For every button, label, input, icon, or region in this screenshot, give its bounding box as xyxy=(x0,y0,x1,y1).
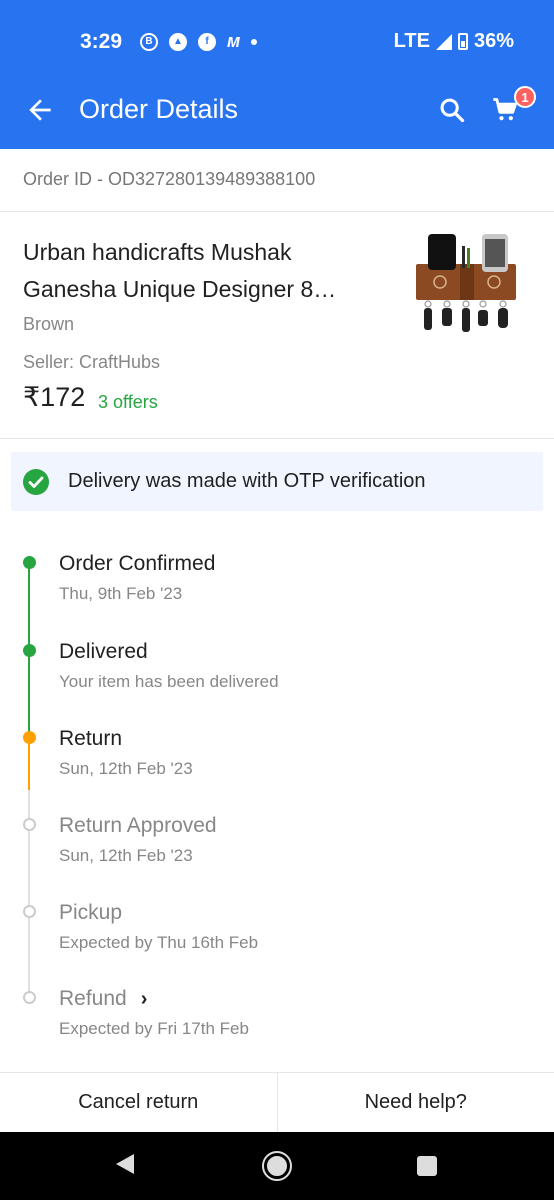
timeline-step-subtitle: Expected by Thu 16th Feb xyxy=(59,933,259,952)
dot-icon xyxy=(251,38,258,45)
timeline-line xyxy=(28,562,30,650)
timeline-dot-pending xyxy=(23,818,36,831)
timeline-dot-pending xyxy=(23,905,36,918)
timeline-dot-done xyxy=(23,556,36,569)
timeline-line xyxy=(28,650,30,737)
cart-count-badge: 1 xyxy=(514,86,536,108)
b-icon: B xyxy=(140,32,158,51)
product-price: ₹172 xyxy=(23,382,86,412)
notification-icons: B ▲ f ᴍ xyxy=(140,31,258,52)
timeline-dot-current xyxy=(23,731,36,744)
product-seller: Seller: CraftHubs xyxy=(23,352,161,372)
order-id: Order ID - OD327280139489388100 xyxy=(23,169,316,189)
timeline-dot-done xyxy=(23,644,36,657)
nav-recents-icon[interactable] xyxy=(417,1156,437,1176)
back-arrow-icon[interactable] xyxy=(24,94,56,126)
otp-banner: Delivery was made with OTP verification xyxy=(11,452,543,511)
timeline-dot-pending xyxy=(23,991,36,1004)
search-icon[interactable] xyxy=(438,96,466,124)
signal-icon xyxy=(435,33,452,50)
need-help-button[interactable]: Need help? xyxy=(276,1073,554,1132)
product-title[interactable]: Urban handicrafts Mushak Ganesha Unique … xyxy=(23,234,383,308)
product-card[interactable]: Urban handicrafts Mushak Ganesha Unique … xyxy=(0,212,554,439)
page-title: Order Details xyxy=(79,94,239,124)
product-offers[interactable]: 3 offers xyxy=(98,392,158,413)
timeline-step-title: Return xyxy=(59,727,123,750)
timeline-line xyxy=(28,737,30,790)
refund-step[interactable]: Refund › xyxy=(59,987,147,1011)
timeline-step-title: Delivered xyxy=(59,640,148,663)
network-label: LTE xyxy=(393,30,430,52)
facebook-icon: f xyxy=(198,32,216,51)
product-image[interactable] xyxy=(412,230,520,338)
battery-percent: 36% xyxy=(473,30,514,52)
screen: 3:29 B ▲ f ᴍ LTE 36% Order Details 1 Ord… xyxy=(0,0,554,1200)
status-time: 3:29 xyxy=(80,30,123,53)
check-circle-icon xyxy=(23,469,49,495)
nav-home-icon[interactable] xyxy=(262,1151,292,1181)
timeline-step-subtitle: Your item has been delivered xyxy=(59,672,279,691)
product-color: Brown xyxy=(23,314,75,334)
otp-text: Delivery was made with OTP verification xyxy=(68,470,426,492)
timeline-step-title: Return Approved xyxy=(59,814,217,837)
order-id-row: Order ID - OD327280139489388100 xyxy=(0,149,554,212)
timeline-step-subtitle: Thu, 9th Feb '23 xyxy=(59,584,183,603)
battery-icon xyxy=(457,33,468,50)
status-bar: 3:29 B ▲ f ᴍ LTE 36% xyxy=(0,0,554,70)
app-bar: Order Details xyxy=(0,70,554,149)
timeline-step-subtitle: Expected by Fri 17th Feb xyxy=(59,1019,249,1038)
timeline-step-title: Refund xyxy=(59,987,127,1010)
status-right: LTE 36% xyxy=(394,30,514,53)
a-icon: ▲ xyxy=(169,32,187,51)
timeline-step-title: Order Confirmed xyxy=(59,552,216,575)
system-nav-bar xyxy=(0,1132,554,1200)
cancel-return-button[interactable]: Cancel return xyxy=(0,1073,277,1132)
bottom-actions: Cancel return Need help? xyxy=(0,1072,554,1132)
m-icon: ᴍ xyxy=(227,31,241,51)
chevron-right-icon[interactable]: › xyxy=(141,988,148,1011)
timeline-step-title: Pickup xyxy=(59,901,123,924)
timeline-step-subtitle: Sun, 12th Feb '23 xyxy=(59,759,193,778)
timeline-step-subtitle: Sun, 12th Feb '23 xyxy=(59,846,193,865)
nav-back-icon[interactable] xyxy=(116,1154,134,1174)
